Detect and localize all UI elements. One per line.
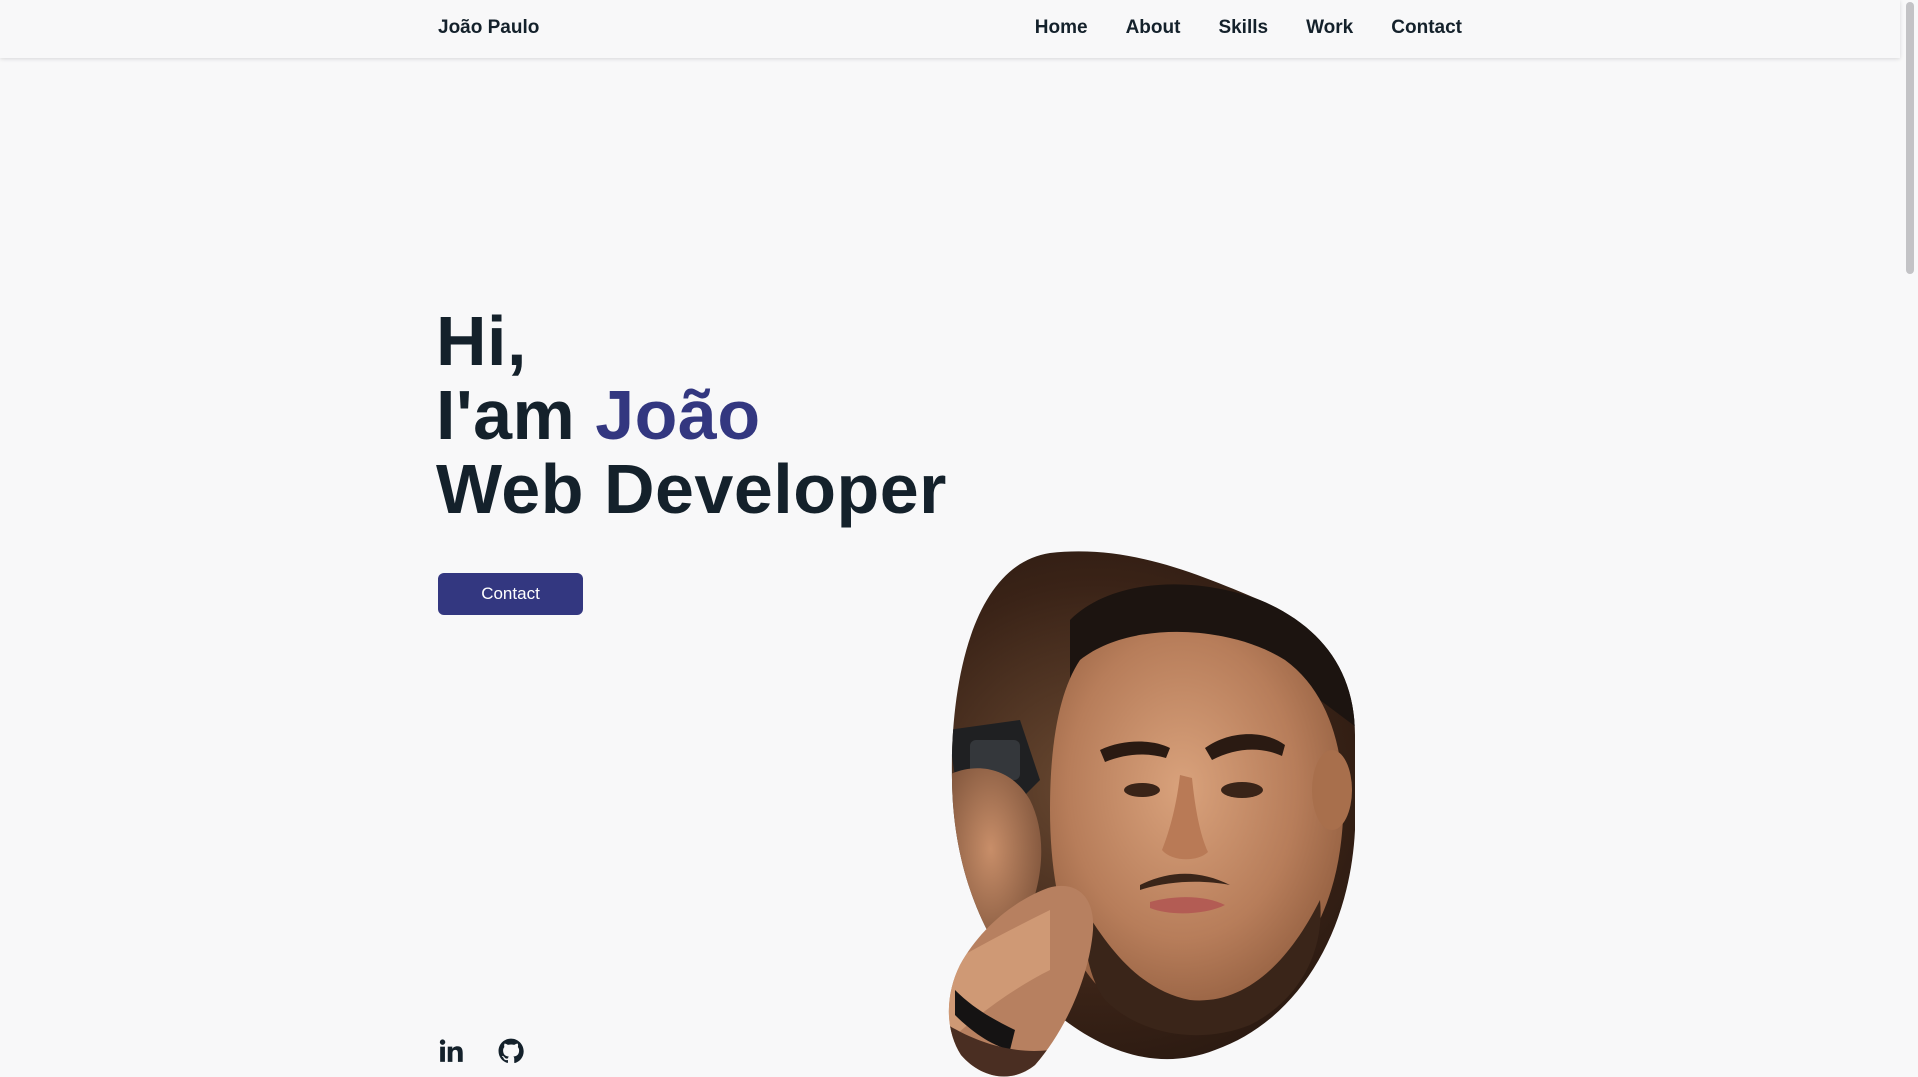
linkedin-link[interactable]: [438, 1038, 464, 1064]
linkedin-icon: [439, 1039, 463, 1062]
nav-link-work[interactable]: Work: [1306, 17, 1353, 38]
hero-name: João: [595, 376, 761, 454]
site-header: João Paulo Home About Skills Work Contac…: [0, 0, 1900, 58]
nav-link-home[interactable]: Home: [1035, 17, 1088, 38]
hero-intro-prefix: I'am: [436, 376, 596, 454]
nav-link-contact[interactable]: Contact: [1391, 17, 1462, 38]
nav-link-skills[interactable]: Skills: [1218, 17, 1268, 38]
main-nav: Home About Skills Work Contact: [1035, 17, 1462, 39]
github-link[interactable]: [498, 1038, 524, 1064]
portrait-photo: [948, 551, 1356, 1077]
nav-link-about[interactable]: About: [1126, 17, 1181, 38]
logo[interactable]: João Paulo: [438, 17, 539, 39]
scrollbar-thumb[interactable]: [1906, 2, 1914, 274]
social-links: [438, 1038, 524, 1064]
nav-item-skills: Skills: [1218, 17, 1268, 39]
contact-button[interactable]: Contact: [438, 573, 583, 615]
hero-greeting: Hi,: [436, 302, 527, 380]
nav-item-contact: Contact: [1391, 17, 1462, 39]
hero-title: Hi, I'am João Web Developer: [436, 304, 947, 526]
nav-item-home: Home: [1035, 17, 1088, 39]
github-icon: [498, 1038, 524, 1064]
hero-intro: I'am João: [436, 378, 947, 452]
nav-item-about: About: [1126, 17, 1181, 39]
photo-secondary-blob: [948, 885, 1094, 1077]
hero-role: Web Developer: [436, 450, 947, 528]
nav-item-work: Work: [1306, 17, 1353, 39]
